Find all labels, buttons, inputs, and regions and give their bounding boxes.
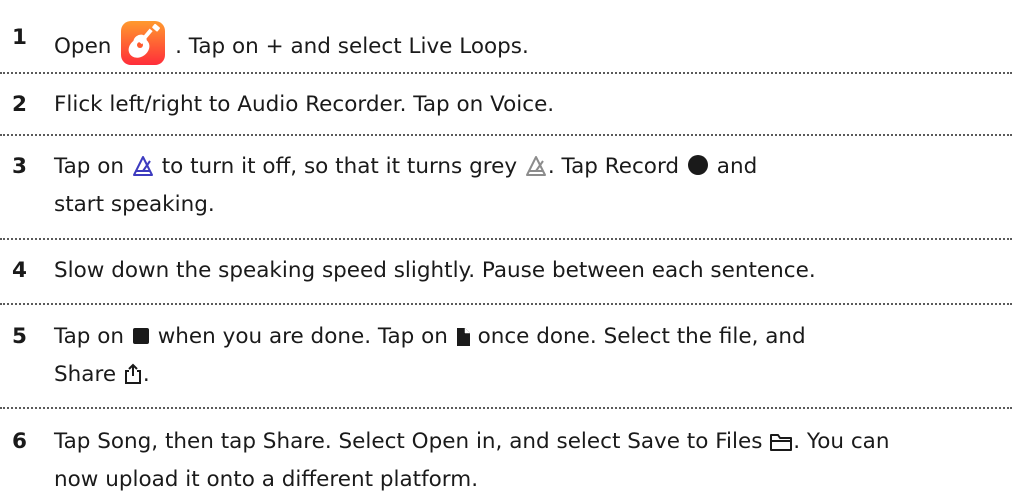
dotted-divider	[0, 407, 1012, 409]
step-number: 5	[12, 324, 27, 349]
step-1: 1 Open . Tap on + and select Live Loops.	[0, 21, 1012, 65]
step-text-part: now upload it onto a different platform.	[54, 467, 479, 492]
dotted-divider	[0, 238, 1012, 240]
step-number: 2	[12, 92, 27, 117]
step-text-part: Share	[54, 362, 117, 387]
step-text-part: start speaking.	[54, 192, 215, 217]
record-icon	[687, 155, 708, 175]
step-text-part: Tap on	[54, 324, 125, 349]
step-text: Tap Song, then tap Share. Select Open in…	[54, 425, 1009, 497]
step-number: 1	[12, 25, 27, 50]
garageband-app-icon	[120, 21, 166, 65]
step-text-part: . You can	[793, 429, 890, 454]
dotted-divider	[0, 303, 1012, 305]
step-3: 3 Tap on to turn it off, so that it turn…	[0, 150, 1012, 222]
step-text-part: Slow down the speaking speed slightly. P…	[54, 258, 816, 283]
document-icon	[455, 324, 471, 358]
step-text: Flick left/right to Audio Recorder. Tap …	[54, 88, 1009, 122]
instruction-steps: 1 Open . Tap on + and select Live Loops.…	[0, 0, 1012, 492]
step-text-part: Tap Song, then tap Share. Select Open in…	[54, 429, 763, 454]
step-text-part: . Tap Record	[547, 154, 680, 179]
share-icon	[123, 362, 143, 396]
dotted-divider	[0, 134, 1012, 136]
step-text: Open . Tap on + and select Live Loops.	[54, 21, 1009, 65]
step-text-part: when you are done. Tap on	[157, 324, 448, 349]
step-text-part: . Tap on + and select Live Loops.	[175, 34, 529, 59]
folder-icon	[769, 429, 793, 463]
step-6: 6 Tap Song, then tap Share. Select Open …	[0, 425, 1012, 497]
step-number: 3	[12, 154, 27, 179]
metronome-icon	[131, 154, 155, 188]
step-text-part: once done. Select the file, and	[477, 324, 806, 349]
step-2: 2 Flick left/right to Audio Recorder. Ta…	[0, 88, 1012, 122]
step-5: 5 Tap on when you are done. Tap on once …	[0, 320, 1012, 396]
metronome-grey-icon	[524, 154, 548, 188]
step-text-part: .	[142, 362, 150, 387]
step-text-part: and	[716, 154, 758, 179]
step-4: 4 Slow down the speaking speed slightly.…	[0, 254, 1012, 288]
stop-icon	[132, 328, 149, 344]
step-number: 4	[12, 258, 27, 283]
step-text: Tap on when you are done. Tap on once do…	[54, 320, 1009, 396]
dotted-divider	[0, 72, 1012, 74]
step-text-part: Tap on	[54, 154, 125, 179]
step-text-part: to turn it off, so that it turns grey	[161, 154, 518, 179]
step-text: Slow down the speaking speed slightly. P…	[54, 254, 1009, 288]
step-text-part: Flick left/right to Audio Recorder. Tap …	[54, 92, 555, 117]
step-text-part: Open	[54, 34, 112, 59]
step-number: 6	[12, 429, 27, 454]
step-text: Tap on to turn it off, so that it turns …	[54, 150, 1009, 222]
